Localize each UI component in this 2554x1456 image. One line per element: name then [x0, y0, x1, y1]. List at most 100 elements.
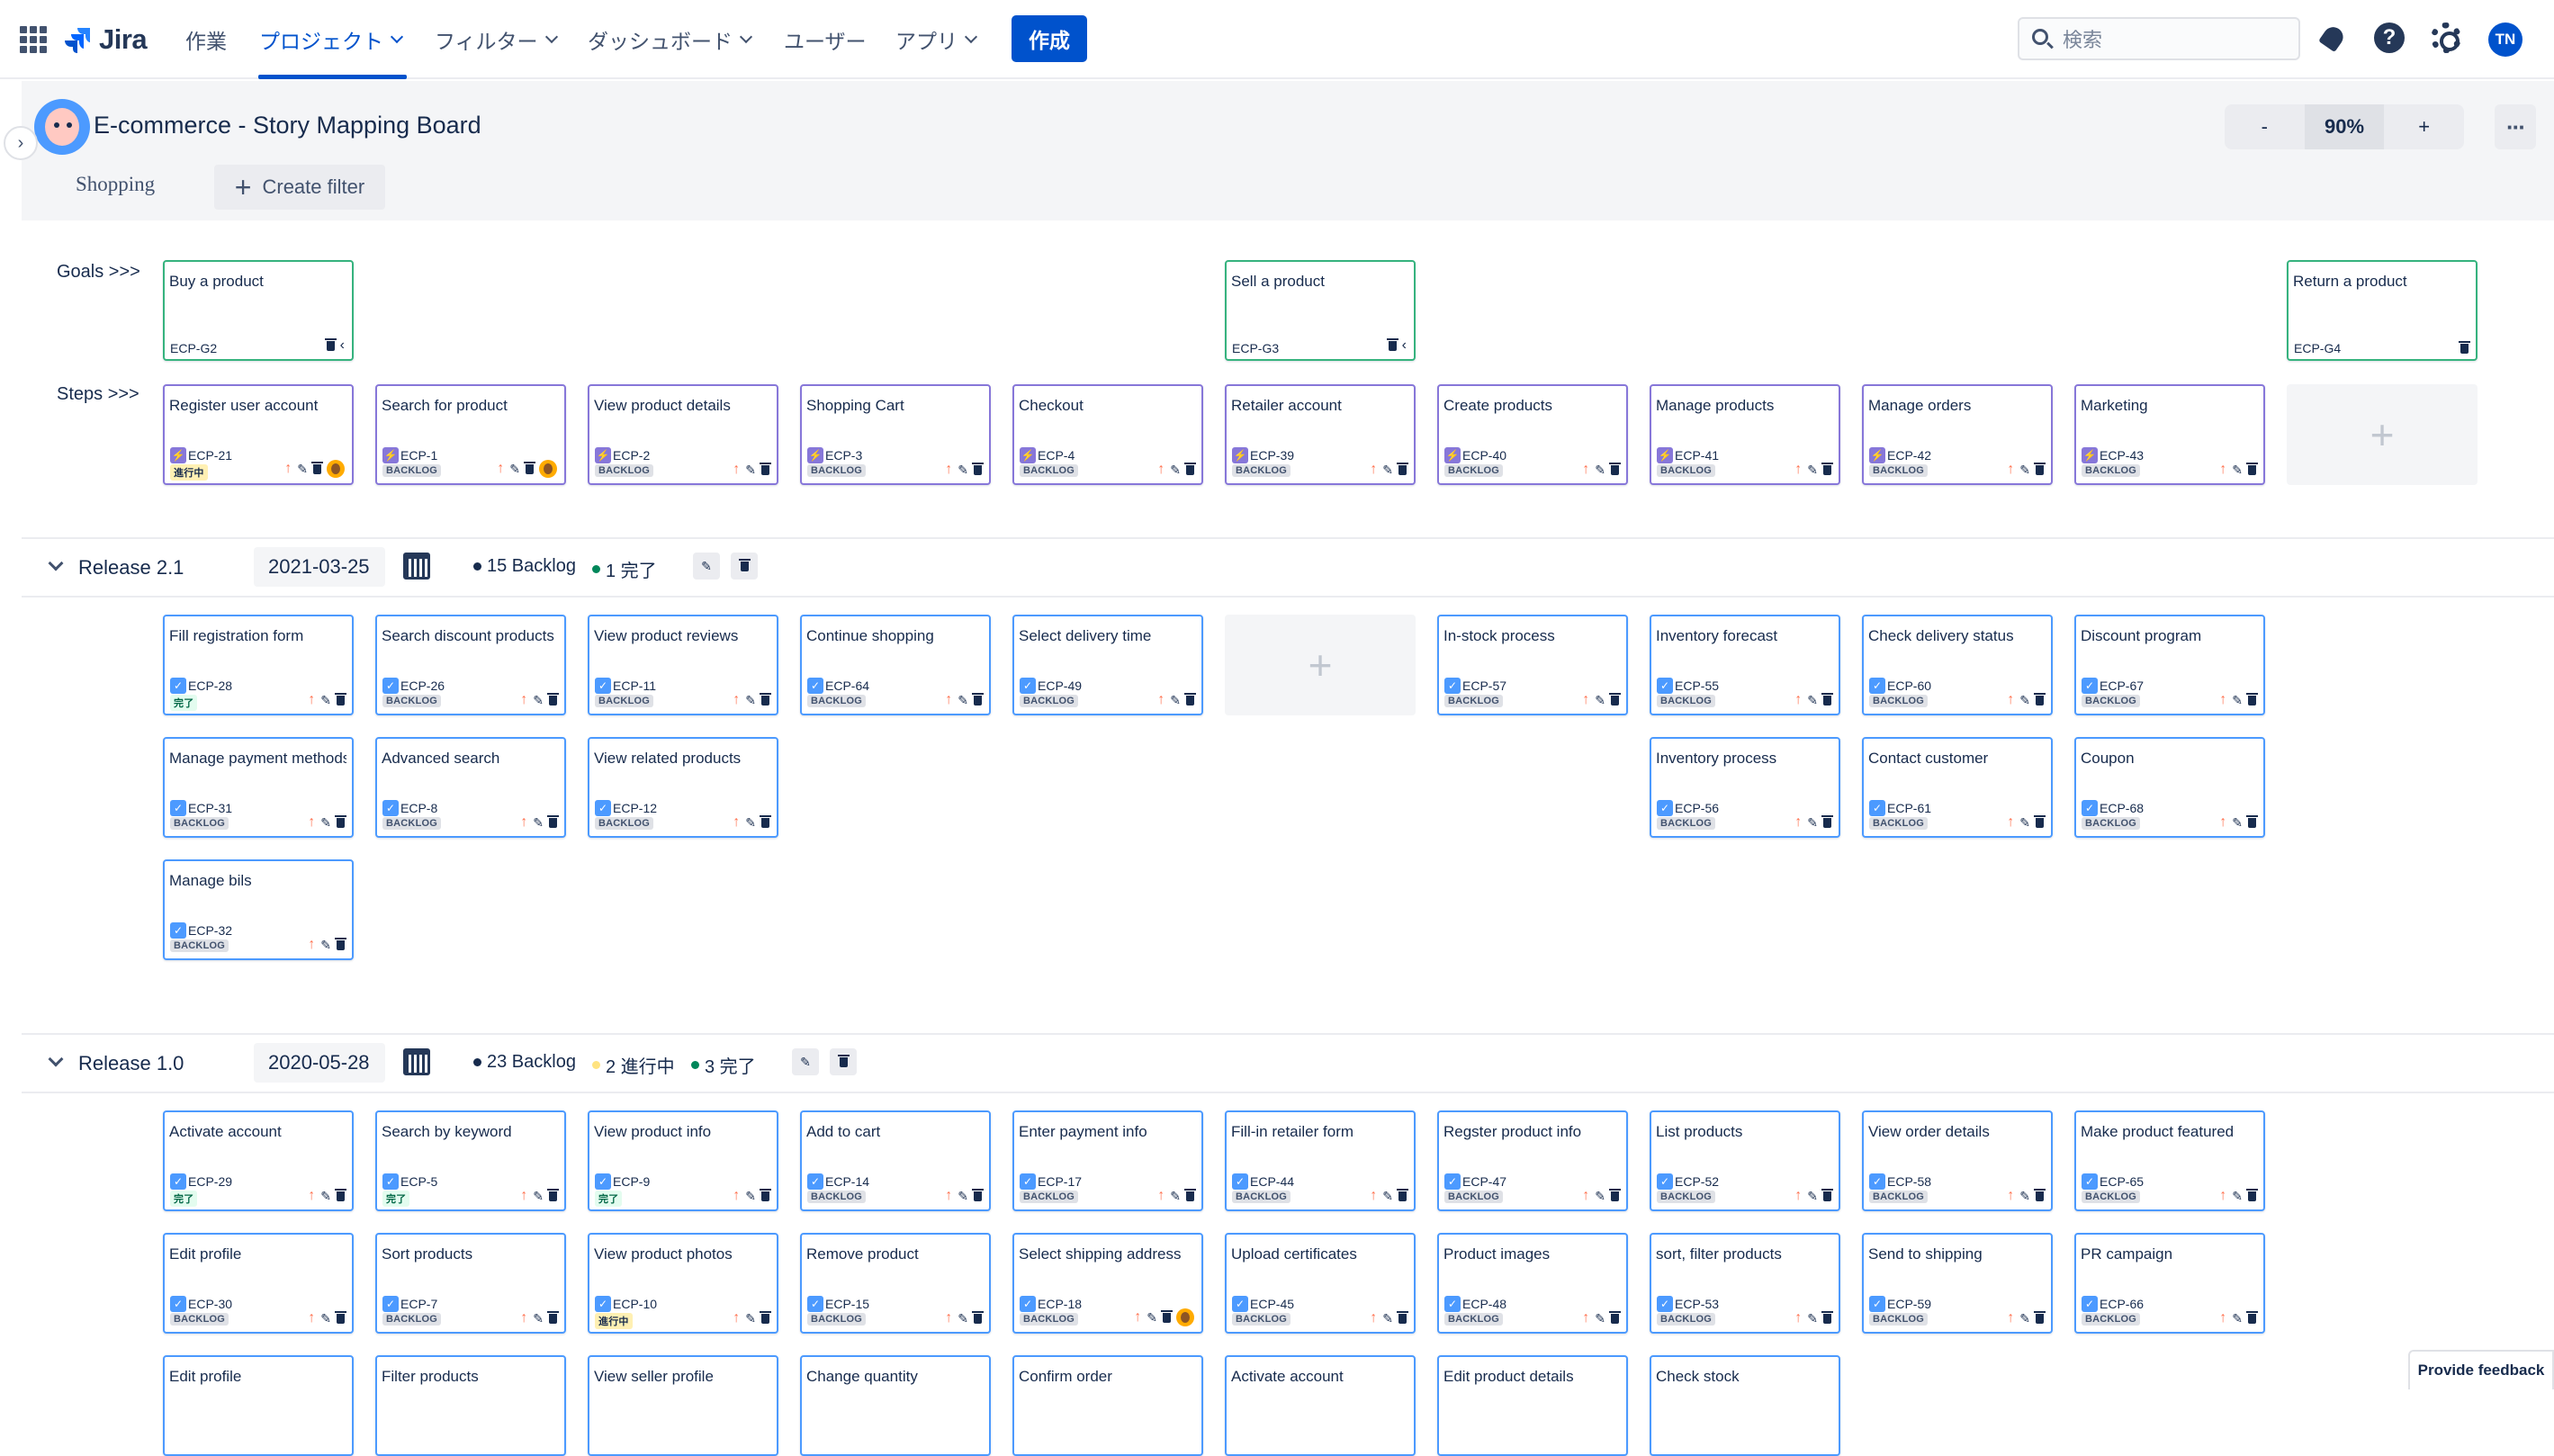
- delete-icon[interactable]: [1397, 1188, 1408, 1201]
- edit-icon[interactable]: ✎: [2232, 463, 2243, 478]
- settings-button[interactable]: [2430, 22, 2462, 54]
- edit-icon[interactable]: ✎: [509, 462, 520, 477]
- story-card[interactable]: Sort products ✓ ECP-7 BACKLOG ↑ ✎: [375, 1233, 566, 1334]
- delete-icon[interactable]: [335, 937, 346, 950]
- edit-icon[interactable]: ✎: [1595, 1311, 1605, 1326]
- user-avatar[interactable]: TN: [2488, 22, 2523, 57]
- tab-shopping[interactable]: Shopping: [76, 173, 155, 196]
- nav-item-filters[interactable]: フィルター: [435, 22, 558, 58]
- edit-icon[interactable]: ✎: [745, 463, 756, 478]
- edit-icon[interactable]: ✎: [745, 693, 756, 708]
- delete-icon[interactable]: [2034, 692, 2046, 706]
- delete-icon[interactable]: [1821, 462, 1833, 475]
- edit-icon[interactable]: ✎: [320, 815, 331, 831]
- step-card[interactable]: Manage orders ⚡ ECP-42 BACKLOG ↑ ✎: [1862, 384, 2053, 485]
- edit-icon[interactable]: ✎: [1170, 693, 1181, 708]
- edit-icon[interactable]: ✎: [958, 463, 968, 478]
- story-card[interactable]: Activate account ✓ ECP-29 完了 ↑ ✎: [163, 1110, 354, 1211]
- delete-icon[interactable]: [547, 1310, 559, 1324]
- chevron-left-icon[interactable]: ‹: [1402, 337, 1407, 354]
- edit-icon[interactable]: ✎: [745, 1189, 756, 1204]
- delete-icon[interactable]: [1184, 462, 1196, 475]
- app-switcher-icon[interactable]: [20, 26, 47, 53]
- story-card[interactable]: View product reviews ✓ ECP-11 BACKLOG ↑ ✎: [588, 615, 778, 715]
- release-date-field[interactable]: 2020-05-28: [254, 1043, 385, 1083]
- edit-icon[interactable]: ✎: [1170, 1189, 1181, 1204]
- goal-card[interactable]: Buy a product ECP-G2 ‹: [163, 260, 354, 361]
- story-card[interactable]: Confirm order: [1012, 1355, 1203, 1456]
- delete-icon[interactable]: [335, 814, 346, 828]
- search-input[interactable]: 検索: [2018, 17, 2300, 60]
- chevron-down-icon[interactable]: [48, 1051, 64, 1067]
- delete-icon[interactable]: [760, 462, 771, 475]
- zoom-in-button[interactable]: +: [2384, 104, 2464, 149]
- nav-item-dashboards[interactable]: ダッシュボード: [588, 22, 753, 58]
- help-button[interactable]: ?: [2373, 22, 2406, 54]
- delete-icon[interactable]: [2246, 692, 2258, 706]
- delete-icon[interactable]: [1184, 692, 1196, 706]
- create-button[interactable]: 作成: [1012, 15, 1087, 62]
- story-card[interactable]: Manage bils ✓ ECP-32 BACKLOG ↑ ✎: [163, 859, 354, 960]
- edit-icon[interactable]: ✎: [533, 1311, 544, 1326]
- edit-icon[interactable]: ✎: [2019, 463, 2030, 478]
- delete-icon[interactable]: [1821, 692, 1833, 706]
- edit-icon[interactable]: ✎: [320, 938, 331, 953]
- story-card[interactable]: Product images ✓ ECP-48 BACKLOG ↑ ✎: [1437, 1233, 1628, 1334]
- story-card[interactable]: PR campaign ✓ ECP-66 BACKLOG ↑ ✎: [2074, 1233, 2265, 1334]
- story-card[interactable]: Advanced search ✓ ECP-8 BACKLOG ↑ ✎: [375, 737, 566, 838]
- story-card[interactable]: Check stock: [1650, 1355, 1840, 1456]
- story-card[interactable]: Manage payment methods ✓ ECP-31 BACKLOG ↑ ✎: [163, 737, 354, 838]
- story-card[interactable]: Fill registration form ✓ ECP-28 完了 ↑ ✎: [163, 615, 354, 715]
- delete-icon[interactable]: [1821, 1310, 1833, 1324]
- story-card[interactable]: Send to shipping ✓ ECP-59 BACKLOG ↑ ✎: [1862, 1233, 2053, 1334]
- edit-icon[interactable]: ✎: [1382, 1311, 1393, 1326]
- edit-icon[interactable]: ✎: [958, 1189, 968, 1204]
- delete-icon[interactable]: [760, 1310, 771, 1324]
- story-card[interactable]: Search discount products ✓ ECP-26 BACKLOG ↑ ✎: [375, 615, 566, 715]
- delete-icon[interactable]: [1609, 692, 1621, 706]
- story-card[interactable]: Contact customer ✓ ECP-61 BACKLOG ↑ ✎: [1862, 737, 2053, 838]
- story-card[interactable]: Activate account: [1225, 1355, 1416, 1456]
- delete-icon[interactable]: [760, 692, 771, 706]
- edit-icon[interactable]: ✎: [1382, 463, 1393, 478]
- story-card[interactable]: Coupon ✓ ECP-68 BACKLOG ↑ ✎: [2074, 737, 2265, 838]
- story-card[interactable]: Inventory forecast ✓ ECP-55 BACKLOG ↑ ✎: [1650, 615, 1840, 715]
- delete-icon[interactable]: [1184, 1188, 1196, 1201]
- edit-icon[interactable]: ✎: [745, 815, 756, 831]
- story-card[interactable]: Upload certificates ✓ ECP-45 BACKLOG ↑ ✎: [1225, 1233, 1416, 1334]
- jira-logo[interactable]: Jira: [65, 20, 148, 59]
- delete-icon[interactable]: [972, 1188, 984, 1201]
- edit-icon[interactable]: ✎: [2019, 815, 2030, 831]
- edit-icon[interactable]: ✎: [1170, 463, 1181, 478]
- delete-icon[interactable]: [2246, 1310, 2258, 1324]
- step-card[interactable]: Create products ⚡ ECP-40 BACKLOG ↑ ✎: [1437, 384, 1628, 485]
- more-options-button[interactable]: ···: [2495, 104, 2536, 149]
- delete-icon[interactable]: [324, 337, 337, 351]
- story-card[interactable]: Select shipping address ✓ ECP-18 BACKLOG ↑ ✎: [1012, 1233, 1203, 1334]
- story-card[interactable]: View product info ✓ ECP-9 完了 ↑ ✎: [588, 1110, 778, 1211]
- edit-icon[interactable]: ✎: [297, 462, 308, 477]
- step-card[interactable]: Checkout ⚡ ECP-4 BACKLOG ↑ ✎: [1012, 384, 1203, 485]
- step-card[interactable]: Shopping Cart ⚡ ECP-3 BACKLOG ↑ ✎: [800, 384, 991, 485]
- story-card[interactable]: Remove product ✓ ECP-15 BACKLOG ↑ ✎: [800, 1233, 991, 1334]
- delete-icon[interactable]: [335, 692, 346, 706]
- delete-icon[interactable]: [335, 1310, 346, 1324]
- chevron-left-icon[interactable]: ‹: [340, 337, 345, 354]
- edit-icon[interactable]: ✎: [2232, 1189, 2243, 1204]
- story-card[interactable]: Discount program ✓ ECP-67 BACKLOG ↑ ✎: [2074, 615, 2265, 715]
- edit-icon[interactable]: ✎: [2232, 693, 2243, 708]
- delete-icon[interactable]: [972, 462, 984, 475]
- delete-icon[interactable]: [2034, 1310, 2046, 1324]
- delete-icon[interactable]: [1821, 814, 1833, 828]
- edit-icon[interactable]: ✎: [2019, 693, 2030, 708]
- story-card[interactable]: Check delivery status ✓ ECP-60 BACKLOG ↑ ✎: [1862, 615, 2053, 715]
- edit-icon[interactable]: ✎: [1807, 693, 1818, 708]
- story-card[interactable]: Inventory process ✓ ECP-56 BACKLOG ↑ ✎: [1650, 737, 1840, 838]
- delete-icon[interactable]: [2246, 1188, 2258, 1201]
- delete-icon[interactable]: [2034, 814, 2046, 828]
- goal-card[interactable]: Sell a product ECP-G3 ‹: [1225, 260, 1416, 361]
- story-card[interactable]: View related products ✓ ECP-12 BACKLOG ↑ ✎: [588, 737, 778, 838]
- story-card[interactable]: In-stock process ✓ ECP-57 BACKLOG ↑ ✎: [1437, 615, 1628, 715]
- delete-icon[interactable]: [1397, 1310, 1408, 1324]
- create-filter-button[interactable]: + Create filter: [214, 165, 385, 210]
